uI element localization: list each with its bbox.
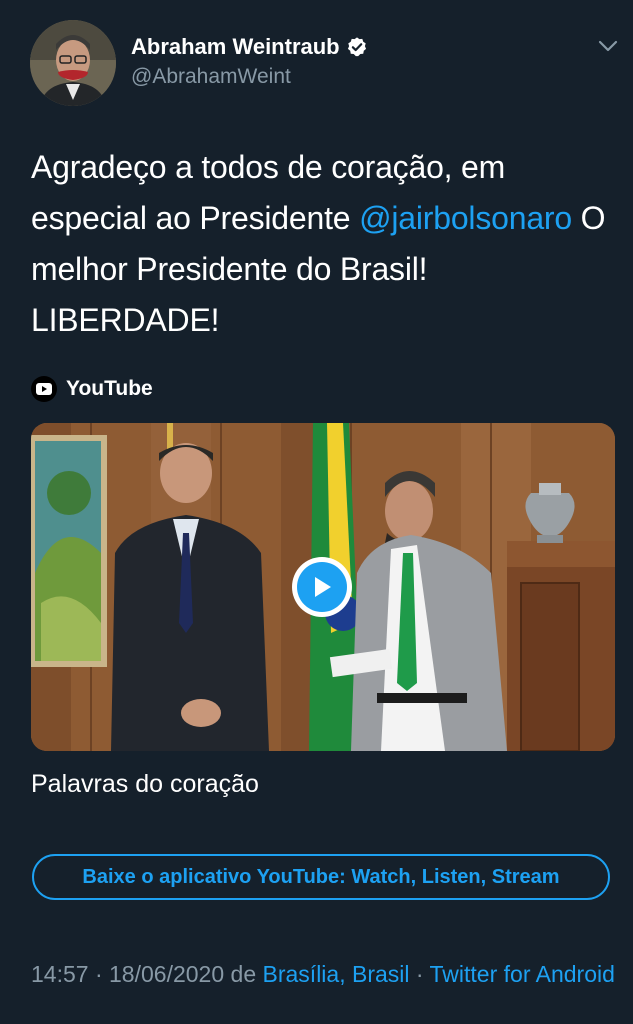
- tweet-metadata: 14:57 · 18/06/2020 de Brasília, Brasil ·…: [31, 961, 615, 987]
- author-handle[interactable]: @AbrahamWeint: [131, 65, 291, 89]
- location-link[interactable]: Brasília, Brasil: [263, 961, 410, 987]
- download-app-button[interactable]: Baixe o aplicativo YouTube: Watch, Liste…: [32, 854, 610, 900]
- chevron-down-icon[interactable]: [597, 38, 619, 54]
- client-link[interactable]: Twitter for Android: [430, 961, 615, 987]
- play-icon: [297, 562, 347, 612]
- avatar-image: [30, 20, 116, 106]
- author-name-row[interactable]: Abraham Weintraub: [131, 34, 368, 60]
- tweet-text: Agradeço a todos de coração, em especial…: [31, 142, 621, 346]
- video-thumbnail[interactable]: [31, 423, 615, 751]
- card-source: YouTube: [31, 376, 153, 402]
- tweet-time: 14:57: [31, 961, 89, 987]
- play-button[interactable]: [292, 557, 352, 617]
- mention-link[interactable]: @jairbolsonaro: [359, 200, 572, 236]
- verified-badge-icon: [347, 37, 366, 57]
- author-display-name[interactable]: Abraham Weintraub: [131, 34, 340, 60]
- card-source-label: YouTube: [66, 377, 153, 400]
- avatar[interactable]: [30, 20, 116, 106]
- card-title[interactable]: Palavras do coração: [31, 770, 259, 799]
- tweet-date: 18/06/2020: [109, 961, 225, 987]
- from-word: de: [230, 961, 257, 987]
- youtube-icon: [31, 376, 57, 402]
- tweet-detail: Abraham Weintraub @AbrahamWeint Agradeço…: [0, 0, 633, 1024]
